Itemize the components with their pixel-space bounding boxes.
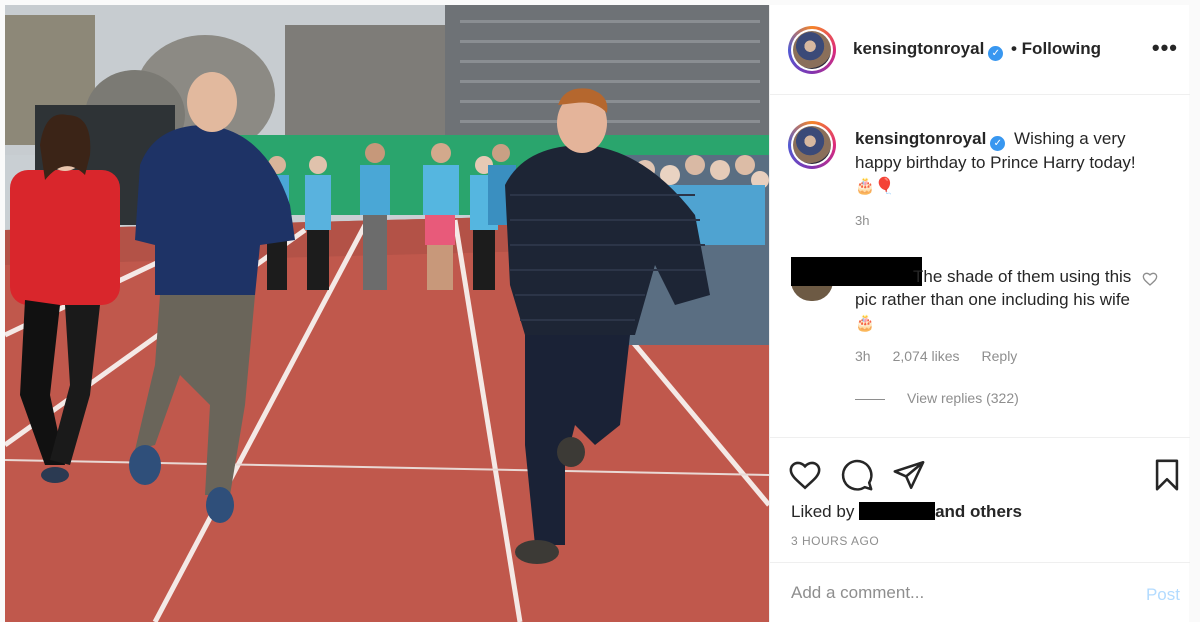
caption-avatar[interactable] <box>788 121 836 169</box>
add-comment-input[interactable] <box>791 581 1111 605</box>
liked-by-prefix: Liked by <box>791 502 855 521</box>
comment-likes[interactable]: 2,074 likes <box>893 348 960 364</box>
post-photo[interactable] <box>5 5 769 622</box>
bookmark-icon[interactable] <box>1150 458 1184 492</box>
redacted-liker <box>859 502 936 520</box>
heart-outline-icon[interactable] <box>1142 271 1158 287</box>
verified-badge-icon: ✓ <box>990 136 1006 151</box>
cake-emoji: 🎂 <box>855 315 875 332</box>
caption-username[interactable]: kensingtonroyal ✓ <box>855 129 1006 151</box>
post-comment-button[interactable]: Post <box>1146 585 1180 605</box>
comment-time[interactable]: 3h <box>855 348 871 364</box>
add-comment-bar: Post <box>770 562 1190 622</box>
more-options-icon[interactable]: ••• <box>1152 35 1178 61</box>
comment-meta: 3h 2,074 likes Reply <box>855 348 1039 364</box>
post-header: kensingtonroyal ✓ • Following ••• <box>770 5 1190 95</box>
reply-button[interactable]: Reply <box>982 348 1018 364</box>
header-username[interactable]: kensingtonroyal ✓ <box>853 39 1004 61</box>
post-side-panel: kensingtonroyal ✓ • Following ••• kensing… <box>769 5 1190 622</box>
verified-badge-icon: ✓ <box>988 46 1004 61</box>
following-status[interactable]: • Following <box>1011 39 1101 59</box>
replies-divider <box>855 398 885 400</box>
instagram-post-frame: kensingtonroyal ✓ • Following ••• kensing… <box>0 0 1200 622</box>
caption-text-block: kensingtonroyal ✓ Wishing a very happy bi… <box>855 127 1175 198</box>
comment-text-block: The shade of them using this pic rather … <box>855 265 1145 335</box>
heart-icon[interactable] <box>788 458 822 492</box>
cake-balloon-emoji: 🎂🎈 <box>855 178 895 195</box>
post-timestamp[interactable]: 3 HOURS AGO <box>791 534 879 548</box>
view-replies-button[interactable]: View replies (322) <box>855 390 1019 406</box>
caption-time[interactable]: 3h <box>855 213 869 228</box>
comment-text: The shade of them using this pic rather … <box>855 267 1132 309</box>
liked-by: Liked by and others <box>791 502 1022 522</box>
comment-icon[interactable] <box>840 458 874 492</box>
liked-by-others[interactable]: and others <box>935 502 1022 521</box>
avatar[interactable] <box>788 26 836 74</box>
share-icon[interactable] <box>892 458 926 492</box>
running-track-photo <box>5 5 769 622</box>
post-actions: Liked by and others 3 HOURS AGO <box>770 437 1190 557</box>
